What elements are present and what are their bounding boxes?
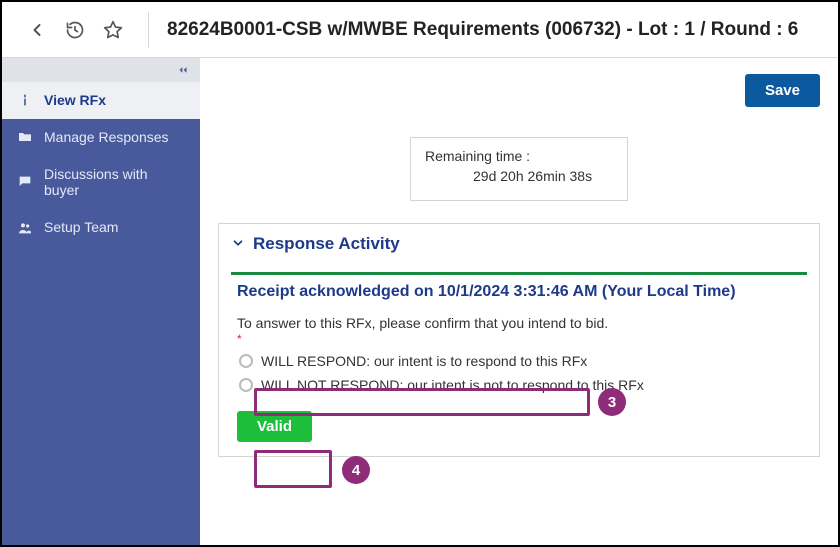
- receipt-title: Receipt acknowledged on 10/1/2024 3:31:4…: [237, 283, 801, 301]
- sidebar-item-label: Discussions with buyer: [44, 166, 186, 200]
- sidebar-item-label: Manage Responses: [44, 129, 186, 146]
- radio-icon: [239, 378, 253, 392]
- radio-icon: [239, 354, 253, 368]
- back-button[interactable]: [20, 13, 54, 47]
- top-toolbar: 82624B0001-CSB w/MWBE Requirements (0067…: [2, 2, 838, 58]
- radio-label: WILL NOT RESPOND: our intent is not to r…: [261, 377, 644, 393]
- main-content: Save Remaining time : 29d 20h 26min 38s …: [200, 58, 838, 545]
- chevron-double-left-icon: [176, 63, 190, 77]
- remaining-time-card: Remaining time : 29d 20h 26min 38s: [410, 137, 628, 201]
- sidebar-collapse[interactable]: [2, 58, 200, 82]
- history-button[interactable]: [58, 13, 92, 47]
- remaining-time-value: 29d 20h 26min 38s: [425, 168, 613, 184]
- sidebar-item-manage-responses[interactable]: Manage Responses: [2, 119, 200, 156]
- panel-toggle[interactable]: Response Activity: [219, 224, 819, 264]
- team-icon: [16, 220, 34, 236]
- toolbar-divider: [148, 12, 149, 48]
- panel-title: Response Activity: [253, 234, 400, 254]
- radio-label: WILL RESPOND: our intent is to respond t…: [261, 353, 587, 369]
- response-activity-panel: Response Activity Receipt acknowledged o…: [218, 223, 820, 457]
- chevron-down-icon: [231, 236, 245, 253]
- info-icon: [16, 92, 34, 108]
- sidebar-item-setup-team[interactable]: Setup Team: [2, 209, 200, 246]
- remaining-time-label: Remaining time :: [425, 148, 613, 164]
- save-button[interactable]: Save: [745, 74, 820, 107]
- radio-will-not-respond[interactable]: WILL NOT RESPOND: our intent is not to r…: [237, 373, 646, 397]
- sidebar-item-view-rfx[interactable]: View RFx: [2, 82, 200, 119]
- chat-icon: [16, 174, 34, 190]
- favorite-button[interactable]: [96, 13, 130, 47]
- required-mark: *: [237, 335, 801, 343]
- radio-will-respond[interactable]: WILL RESPOND: our intent is to respond t…: [237, 349, 589, 373]
- sidebar-item-label: Setup Team: [44, 219, 186, 236]
- page-title: 82624B0001-CSB w/MWBE Requirements (0067…: [167, 19, 798, 41]
- valid-button[interactable]: Valid: [237, 411, 312, 442]
- folder-icon: [16, 129, 34, 145]
- sidebar: View RFx Manage Responses Discussions wi…: [2, 58, 200, 545]
- sidebar-item-discussions[interactable]: Discussions with buyer: [2, 156, 200, 210]
- bid-instruction: To answer to this RFx, please confirm th…: [237, 315, 801, 331]
- sidebar-item-label: View RFx: [44, 92, 186, 109]
- receipt-block: Receipt acknowledged on 10/1/2024 3:31:4…: [231, 272, 807, 442]
